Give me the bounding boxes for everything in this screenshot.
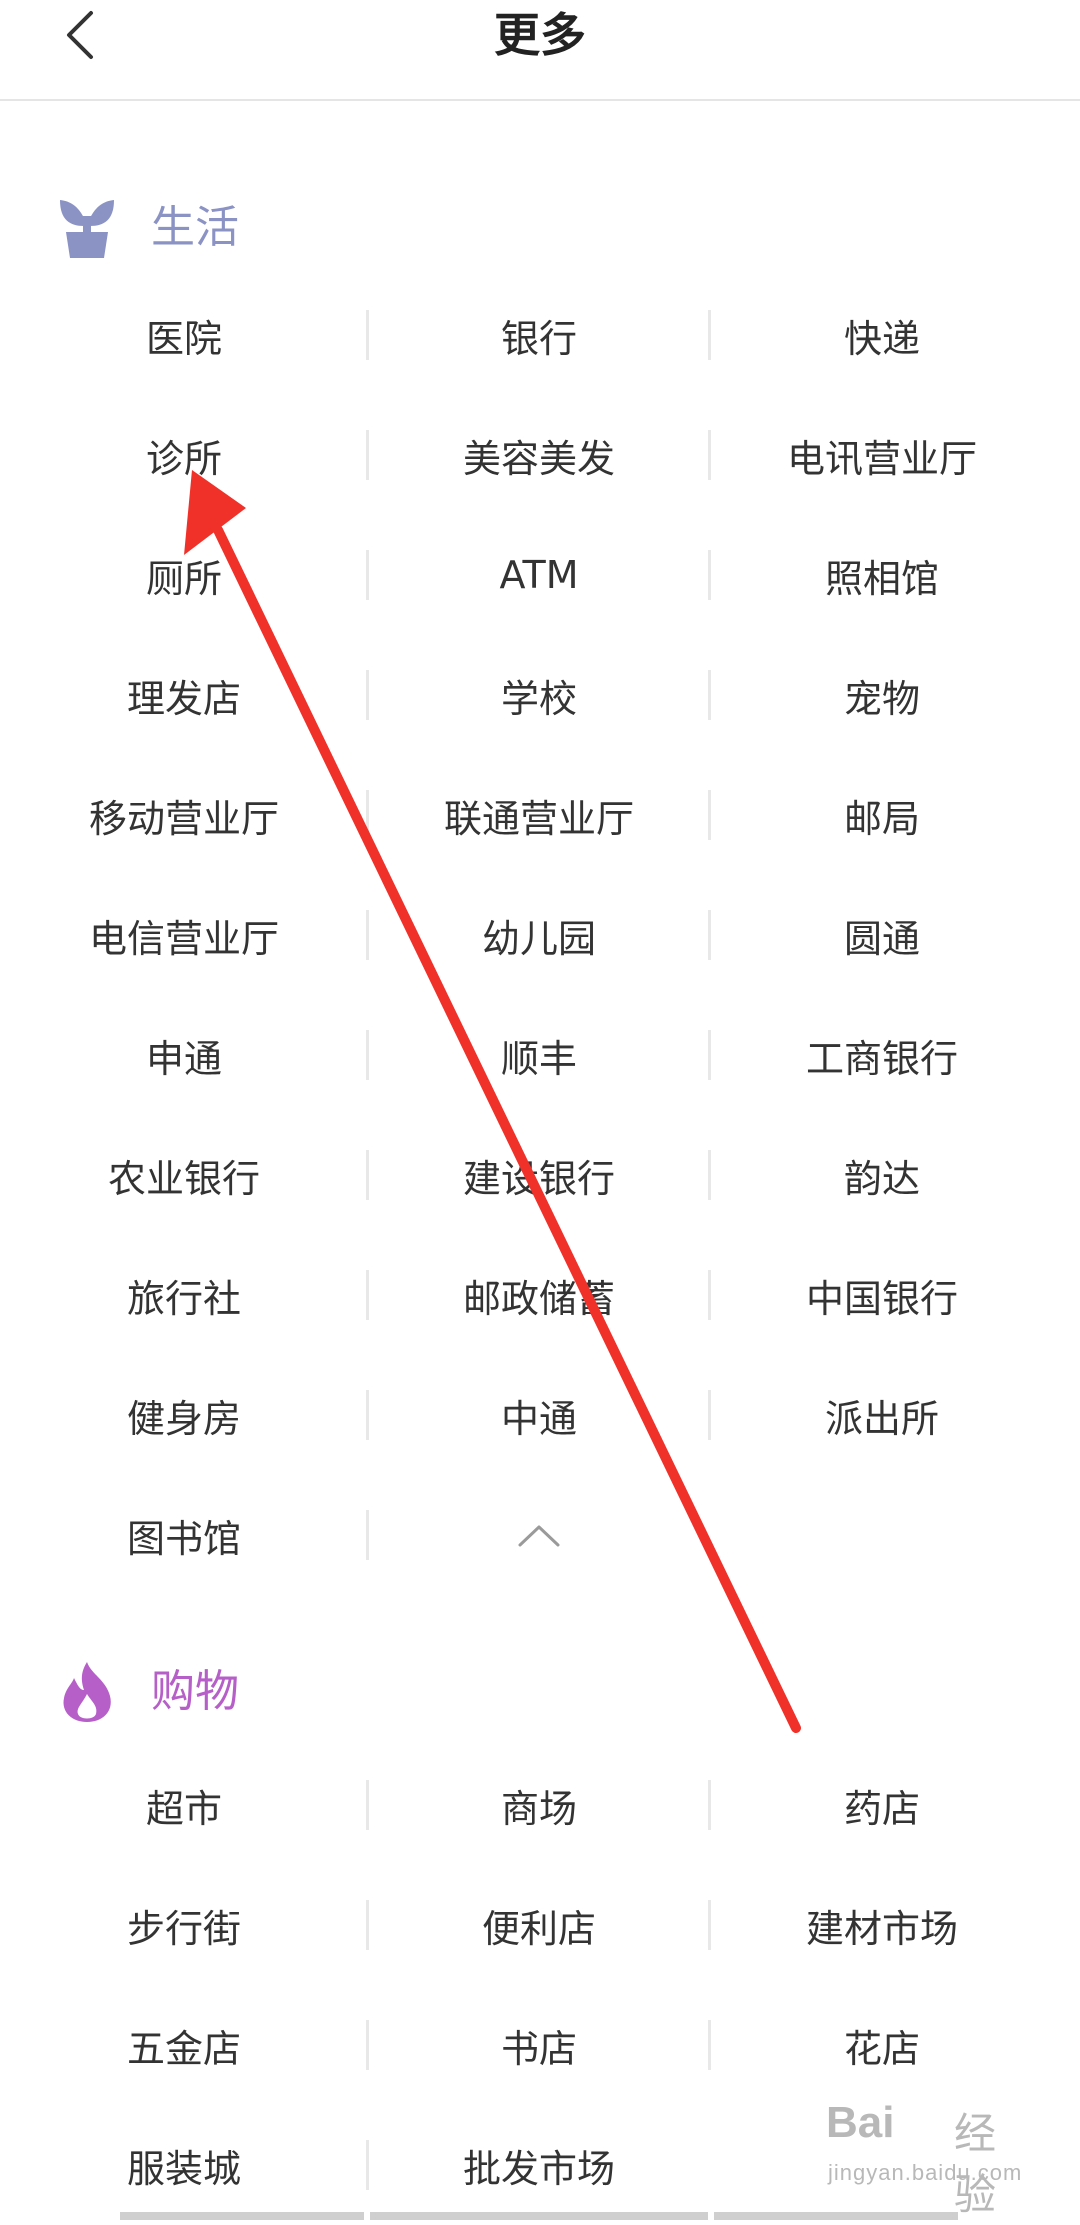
grid-item[interactable]: 便利店: [368, 1865, 710, 1985]
grid-item[interactable]: 快递: [710, 275, 1054, 395]
grid-item[interactable]: 美容美发: [368, 395, 710, 515]
grid-row: 申通 顺丰 工商银行: [0, 995, 1080, 1115]
section-title-shopping: 购物: [151, 1666, 239, 1717]
grid-item[interactable]: 药店: [710, 1745, 1054, 1865]
grid-item[interactable]: 诊所: [0, 395, 368, 515]
grid-row: 图书馆: [0, 1475, 1080, 1595]
grid-item[interactable]: 厕所: [0, 515, 368, 635]
grid-item[interactable]: 韵达: [710, 1115, 1054, 1235]
watermark-domain: jingyan.baidu.com: [828, 2160, 1023, 2185]
grid-item[interactable]: 批发市场: [368, 2105, 710, 2225]
grid-row: 农业银行 建设银行 韵达: [0, 1115, 1080, 1235]
grid-item[interactable]: 图书馆: [0, 1475, 368, 1595]
grid-item[interactable]: 电信营业厅: [0, 875, 368, 995]
top-bar: 更多: [0, 0, 1080, 101]
grid-item[interactable]: 圆通: [710, 875, 1054, 995]
grid-row: 电信营业厅 幼儿园 圆通: [0, 875, 1080, 995]
grid-row: 理发店 学校 宠物: [0, 635, 1080, 755]
grid-item[interactable]: 学校: [368, 635, 710, 755]
tab-indicator: [714, 2212, 958, 2220]
grid-item[interactable]: 邮局: [710, 755, 1054, 875]
sprout-icon: [60, 200, 114, 258]
grid-row: 超市 商场 药店: [0, 1745, 1080, 1865]
section-title-life: 生活: [151, 202, 239, 253]
grid-row: 旅行社 邮政储蓄 中国银行: [0, 1235, 1080, 1355]
grid-item[interactable]: 医院: [0, 275, 368, 395]
section-header-shopping: 购物: [58, 1657, 239, 1727]
grid-item[interactable]: 服装城: [0, 2105, 368, 2225]
grid-row: 诊所 美容美发 电讯营业厅: [0, 395, 1080, 515]
grid-item[interactable]: 照相馆: [710, 515, 1054, 635]
grid-item[interactable]: 健身房: [0, 1355, 368, 1475]
flame-icon: [63, 1662, 111, 1722]
grid-item[interactable]: 幼儿园: [368, 875, 710, 995]
grid-item[interactable]: 派出所: [710, 1355, 1054, 1475]
grid-row: 医院 银行 快递: [0, 275, 1080, 395]
watermark-logo: Bai: [826, 2098, 895, 2147]
grid-item[interactable]: 步行街: [0, 1865, 368, 1985]
grid-item[interactable]: 理发店: [0, 635, 368, 755]
grid-item[interactable]: 邮政储蓄: [368, 1235, 710, 1355]
section-header-life: 生活: [58, 193, 239, 263]
grid-row: 步行街 便利店 建材市场: [0, 1865, 1080, 1985]
grid-row: 健身房 中通 派出所: [0, 1355, 1080, 1475]
grid-item[interactable]: 中国银行: [710, 1235, 1054, 1355]
grid-item[interactable]: 中通: [368, 1355, 710, 1475]
grid-item[interactable]: 商场: [368, 1745, 710, 1865]
grid-item[interactable]: 银行: [368, 275, 710, 395]
life-grid: 医院 银行 快递 诊所 美容美发 电讯营业厅 厕所 ATM 照相馆 理发店 学校…: [0, 275, 1080, 1595]
grid-row: 厕所 ATM 照相馆: [0, 515, 1080, 635]
grid-item[interactable]: 建材市场: [710, 1865, 1054, 1985]
grid-item[interactable]: 顺丰: [368, 995, 710, 1115]
grid-item[interactable]: ATM: [368, 515, 710, 635]
grid-item[interactable]: 申通: [0, 995, 368, 1115]
grid-item[interactable]: 书店: [368, 1985, 710, 2105]
collapse-button[interactable]: [368, 1475, 710, 1595]
grid-item[interactable]: 宠物: [710, 635, 1054, 755]
grid-item[interactable]: 农业银行: [0, 1115, 368, 1235]
grid-item[interactable]: 花店: [710, 1985, 1054, 2105]
grid-item[interactable]: 旅行社: [0, 1235, 368, 1355]
grid-item[interactable]: 工商银行: [710, 995, 1054, 1115]
grid-item[interactable]: 五金店: [0, 1985, 368, 2105]
tab-indicator: [120, 2212, 364, 2220]
grid-item[interactable]: 建设银行: [368, 1115, 710, 1235]
grid-row: 移动营业厅 联通营业厅 邮局: [0, 755, 1080, 875]
chevron-up-icon: [518, 1525, 560, 1547]
grid-item[interactable]: 移动营业厅: [0, 755, 368, 875]
page-title: 更多: [494, 8, 586, 62]
grid-row: 五金店 书店 花店: [0, 1985, 1080, 2105]
grid-item[interactable]: 超市: [0, 1745, 368, 1865]
tab-indicator: [370, 2212, 708, 2220]
grid-item[interactable]: 电讯营业厅: [710, 395, 1054, 515]
grid-item[interactable]: 联通营业厅: [368, 755, 710, 875]
watermark: Bai 经验 jingyan.baidu.com: [826, 2098, 1036, 2218]
